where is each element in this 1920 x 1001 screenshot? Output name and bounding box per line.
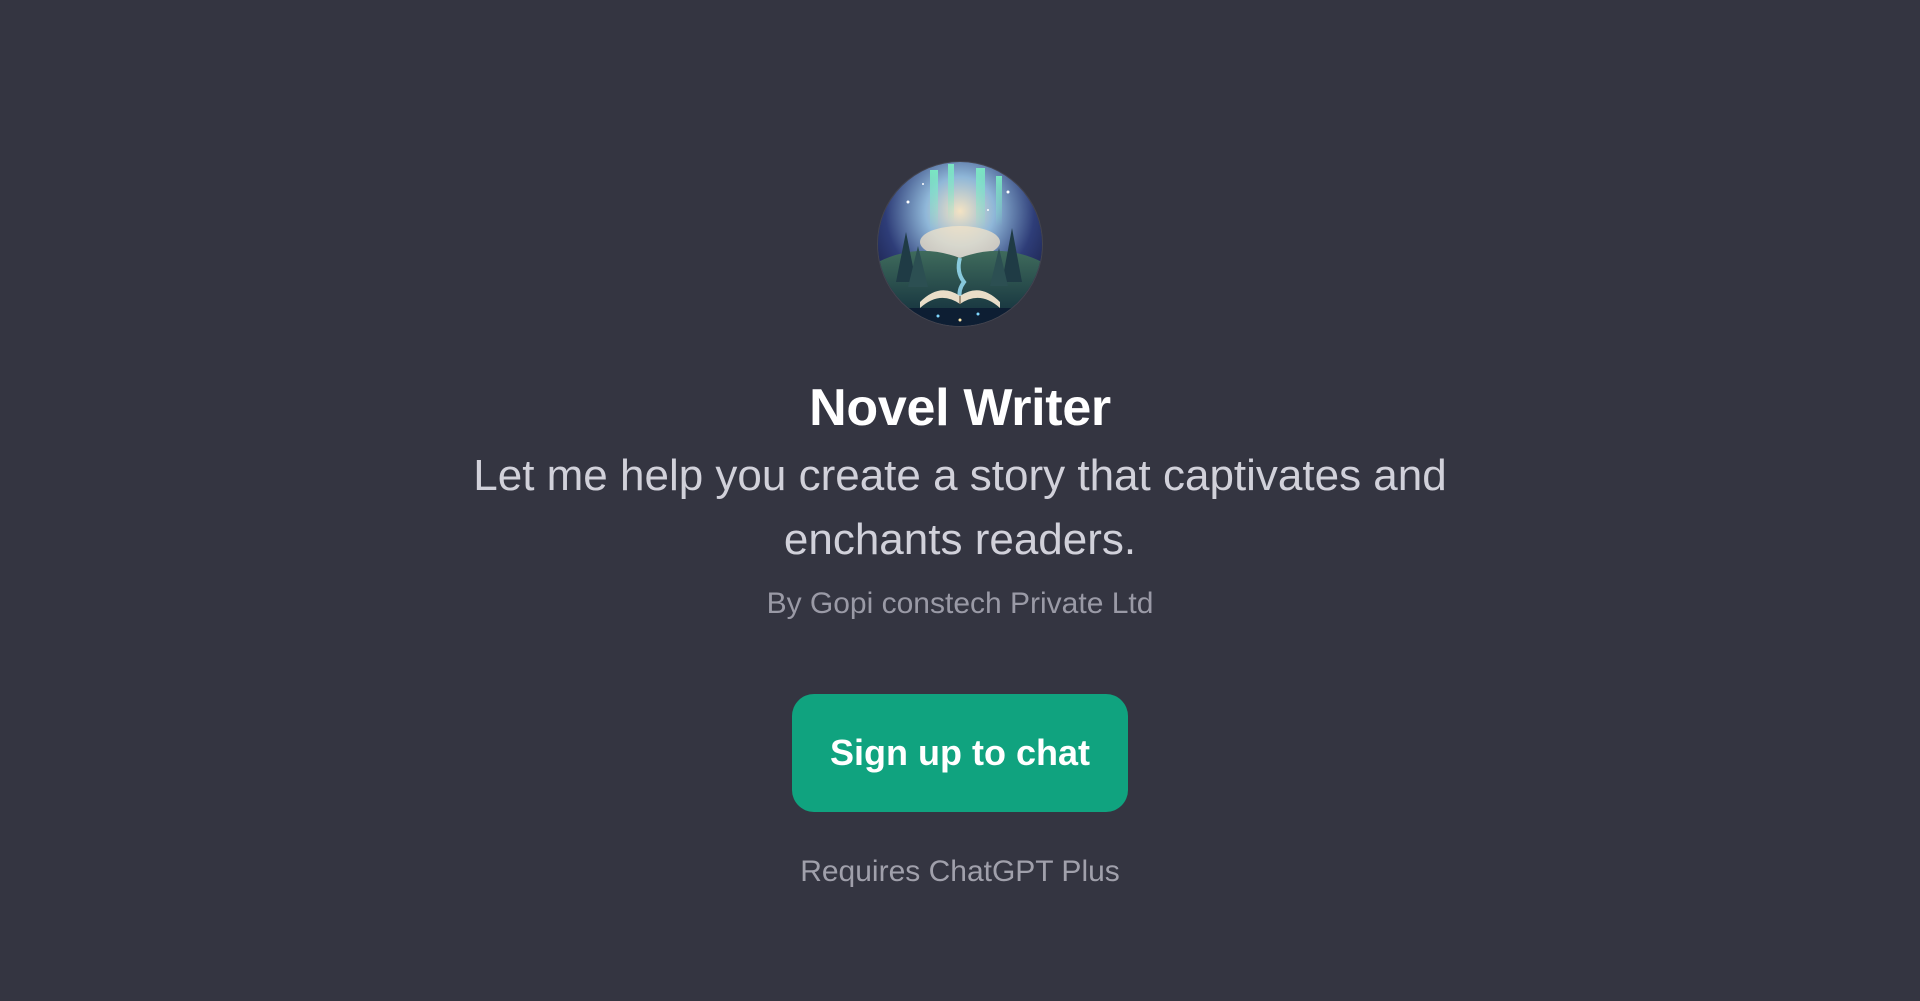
gpt-title: Novel Writer [809,379,1111,437]
gpt-description: Let me help you create a story that capt… [473,451,1447,564]
gpt-author: By Gopi constech Private Ltd [766,587,1154,620]
requirement-note: Requires ChatGPT Plus [800,855,1120,888]
enchanted-book-landscape-image [878,162,1042,326]
gpt-profile: Novel Writer Let me help you create a st… [0,0,1920,892]
gpt-landing-page: Novel Writer Let me help you create a st… [0,0,1920,1001]
gpt-avatar [878,162,1042,326]
sign-up-to-chat-button[interactable]: Sign up to chat [792,694,1128,812]
